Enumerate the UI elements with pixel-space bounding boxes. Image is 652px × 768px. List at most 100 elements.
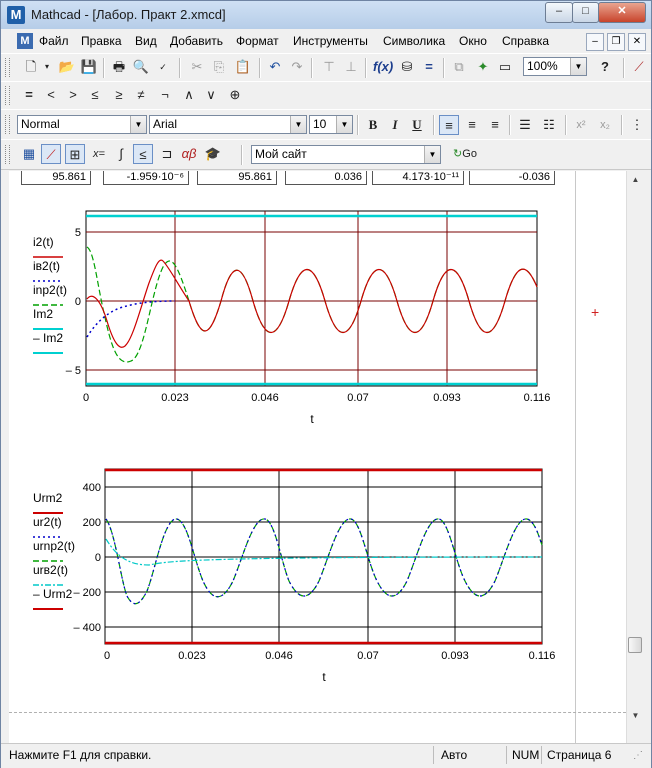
window-icon[interactable]: ▭ [495, 57, 515, 77]
x-tick: 0.116 [529, 650, 556, 662]
title-bar[interactable]: M Mathcad - [Лабор. Практ 2.xmcd] – □ ✕ [1, 1, 651, 29]
y-tick: 400 [83, 482, 101, 494]
op-and-button[interactable]: ∧ [179, 85, 199, 105]
numbering-icon[interactable]: ☷ [539, 115, 559, 135]
chevron-down-icon[interactable]: ▼ [290, 116, 306, 133]
greek-palette-icon[interactable]: αβ [179, 144, 199, 164]
menu-file[interactable]: Файл [39, 34, 69, 48]
toolbar-grip[interactable] [5, 145, 10, 164]
menu-bar: Файл Правка Вид Добавить Формат Инструме… [1, 31, 651, 51]
status-separator [433, 746, 434, 764]
subscript-icon[interactable]: x₂ [595, 115, 615, 135]
scroll-down-icon[interactable]: ▼ [627, 707, 644, 724]
toolbar-separator [103, 58, 105, 78]
menu-view[interactable]: Вид [135, 34, 157, 48]
font-size-select[interactable]: 10 ▼ [309, 115, 353, 134]
save-disk-icon[interactable]: 💾 [79, 57, 99, 77]
align-center-icon[interactable]: ≡ [462, 115, 482, 135]
status-help-text: Нажмите F1 для справки. [9, 748, 152, 762]
zoom-select[interactable]: 100% ▼ [523, 57, 587, 76]
chevron-down-icon[interactable]: ▼ [424, 146, 440, 163]
align-left-icon[interactable]: ≡ [439, 115, 459, 135]
boolean-palette-icon[interactable]: ≤ [133, 144, 153, 164]
underline-button[interactable]: U [407, 115, 427, 135]
op-less-equal-button[interactable]: ≤ [85, 85, 105, 105]
op-or-button[interactable]: ∨ [201, 85, 221, 105]
calculus-palette-icon[interactable]: ∫ [111, 144, 131, 164]
doc-close-button[interactable]: ✕ [628, 33, 646, 51]
menu-window[interactable]: Окно [459, 34, 487, 48]
resource-center-icon[interactable]: ✦ [473, 57, 493, 77]
op-xor-button[interactable]: ⊕ [225, 85, 245, 105]
copy-icon[interactable]: ⎘ [209, 57, 229, 77]
x-tick: 0 [83, 392, 89, 404]
plot1-canvas: 5 0 – 5 0 0.023 0.046 0.07 0.093 0.116 t [66, 210, 550, 426]
op-greater-equal-button[interactable]: ≥ [109, 85, 129, 105]
spell-check-icon[interactable]: ✓ [153, 57, 173, 77]
graph-palette-icon[interactable]: ⟋ [41, 144, 61, 164]
op-equal-button[interactable]: = [19, 85, 39, 105]
status-separator [506, 746, 507, 764]
superscript-icon[interactable]: x² [571, 115, 591, 135]
undo-icon[interactable]: ↶ [265, 57, 285, 77]
menu-edit[interactable]: Правка [81, 34, 122, 48]
close-button[interactable]: ✕ [598, 2, 646, 23]
vertical-scrollbar[interactable]: ▲ ▼ [626, 171, 644, 743]
help-question-icon[interactable]: ? [595, 57, 615, 77]
calculator-icon[interactable]: ▦ [19, 144, 39, 164]
symbolic-palette-icon[interactable]: 🎓 [203, 144, 223, 164]
go-button[interactable]: ↻Go [447, 144, 483, 164]
worksheet[interactable]: + 95.861 -1.959·10⁻⁶ 95.861 0.036 4.173·… [9, 171, 626, 743]
scroll-thumb[interactable] [628, 637, 642, 653]
resize-grip-icon[interactable]: ⋰ [633, 750, 643, 761]
chevron-down-icon[interactable]: ▼ [336, 116, 352, 133]
graph-toolbar-icon[interactable]: ⟋ [629, 57, 649, 77]
align-down-icon[interactable]: ⊥ [341, 57, 361, 77]
font-select[interactable]: Arial ▼ [149, 115, 307, 134]
x-tick: 0.046 [251, 392, 279, 404]
doc-minimize-button[interactable]: – [586, 33, 604, 51]
op-greater-button[interactable]: > [63, 85, 83, 105]
new-dropdown-icon[interactable]: ▾ [37, 57, 57, 77]
open-folder-icon[interactable]: 📂 [57, 57, 77, 77]
bold-button[interactable]: B [363, 115, 383, 135]
op-not-button[interactable]: ¬ [155, 85, 175, 105]
bullets-icon[interactable]: ☰ [515, 115, 535, 135]
italic-button[interactable]: I [385, 115, 405, 135]
calculate-icon[interactable]: = [419, 57, 439, 77]
maximize-button[interactable]: □ [572, 2, 599, 23]
toolbar-grip[interactable] [5, 86, 10, 105]
minimize-button[interactable]: – [545, 2, 573, 23]
status-mode: Авто [441, 748, 468, 762]
matrix-palette-icon[interactable]: ⊞ [65, 144, 85, 164]
menu-tools[interactable]: Инструменты [293, 34, 368, 48]
menu-insert[interactable]: Добавить [170, 34, 223, 48]
doc-restore-button[interactable]: ❐ [607, 33, 625, 51]
evaluation-palette-icon[interactable]: x= [89, 144, 109, 164]
align-right-icon[interactable]: ≡ [485, 115, 505, 135]
chevron-down-icon[interactable]: ▼ [570, 58, 586, 75]
menu-format[interactable]: Формат [236, 34, 279, 48]
insert-unit-icon[interactable]: ⛁ [397, 57, 417, 77]
toolbar-grip[interactable] [5, 58, 10, 77]
chevron-down-icon[interactable]: ▼ [130, 116, 146, 133]
more-options-icon[interactable]: ⋮ [627, 115, 647, 135]
document-icon[interactable]: M [17, 33, 33, 49]
component-icon[interactable]: ⧉ [449, 57, 469, 77]
print-icon[interactable]: 🖶 [109, 57, 129, 77]
print-preview-icon[interactable]: 🔍 [131, 57, 151, 77]
menu-symbolics[interactable]: Символика [383, 34, 445, 48]
scroll-up-icon[interactable]: ▲ [627, 171, 644, 188]
redo-icon[interactable]: ↷ [287, 57, 307, 77]
style-select[interactable]: Normal ▼ [17, 115, 147, 134]
toolbar-grip[interactable] [5, 115, 10, 134]
op-not-equal-button[interactable]: ≠ [131, 85, 151, 105]
menu-help[interactable]: Справка [502, 34, 549, 48]
cut-scissors-icon[interactable]: ✂ [187, 57, 207, 77]
programming-palette-icon[interactable]: ⊐ [157, 144, 177, 164]
op-less-button[interactable]: < [41, 85, 61, 105]
paste-icon[interactable]: 📋 [233, 57, 253, 77]
resources-select[interactable]: Мой сайт ▼ [251, 145, 441, 164]
insert-function-icon[interactable]: f(x) [373, 57, 393, 77]
align-top-icon[interactable]: ⊤ [319, 57, 339, 77]
